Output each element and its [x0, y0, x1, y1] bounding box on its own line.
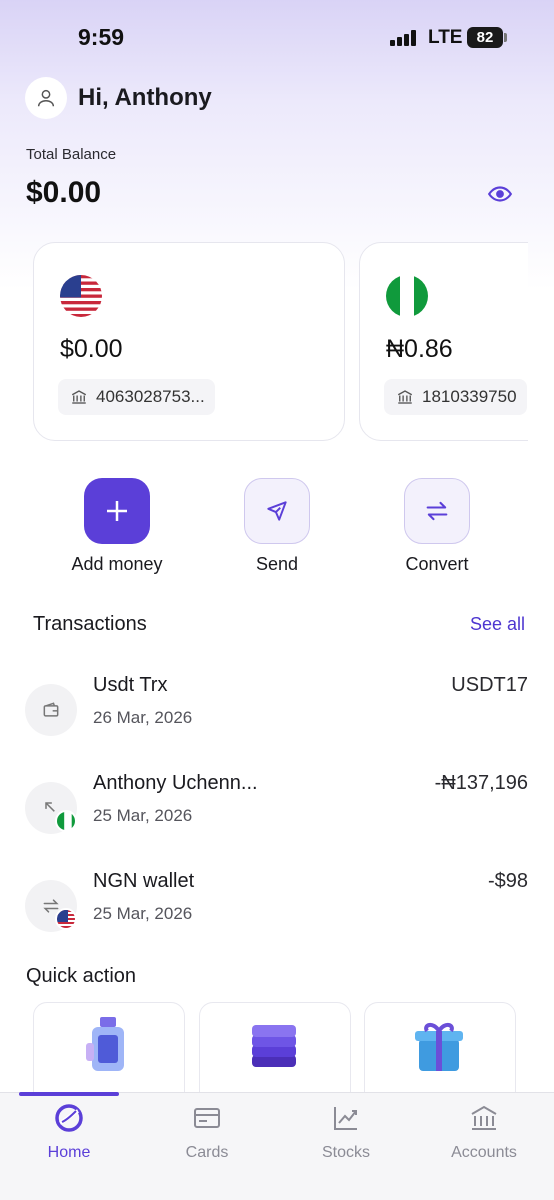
tab-home[interactable]: Home: [0, 1103, 138, 1162]
tab-home-label: Home: [47, 1144, 91, 1161]
bank-icon: [397, 390, 413, 404]
account-number-chip-usd[interactable]: 4063028753...: [58, 379, 215, 415]
convert-button[interactable]: [404, 478, 470, 544]
card-icon: [194, 1108, 220, 1128]
transaction-amount: USDT17: [451, 674, 528, 696]
tab-accounts[interactable]: Accounts: [415, 1103, 553, 1162]
us-flag-icon: [55, 908, 77, 930]
send-label: Send: [255, 554, 299, 574]
tab-stocks[interactable]: Stocks: [277, 1103, 415, 1162]
quick-action-title: Quick action: [26, 965, 137, 987]
eye-icon[interactable]: [487, 181, 513, 207]
transaction-row[interactable]: Anthony Uchenn... 25 Mar, 2026 -₦137,196: [25, 772, 554, 842]
home-icon: [55, 1104, 83, 1132]
convert-icon: [426, 501, 448, 521]
signal-icon: [390, 30, 420, 46]
tab-accounts-label: Accounts: [451, 1144, 517, 1161]
account-cards-carousel[interactable]: $0.00 4063028753... ₦0.86 1810339750: [0, 240, 528, 445]
transaction-name: Anthony Uchenn...: [93, 772, 258, 794]
transaction-date: 25 Mar, 2026: [93, 806, 193, 825]
transaction-row[interactable]: Usdt Trx 26 Mar, 2026 USDT17: [25, 674, 554, 744]
add-money-button[interactable]: [84, 478, 150, 544]
battery-icon: 82: [467, 27, 503, 48]
status-bar: 9:59 LTE 82: [0, 0, 554, 70]
bank-icon: [471, 1105, 497, 1130]
total-balance-label: Total Balance: [26, 146, 117, 163]
us-flag-icon: [60, 275, 102, 317]
active-tab-indicator: [19, 1092, 119, 1096]
account-number-usd: 4063028753...: [96, 387, 205, 406]
convert-label: Convert: [405, 554, 469, 574]
transaction-date: 25 Mar, 2026: [93, 904, 193, 923]
send-action[interactable]: Send: [202, 478, 352, 575]
transaction-name: Usdt Trx: [93, 674, 168, 696]
total-balance-value: $0.00: [26, 176, 102, 209]
add-money-label: Add money: [71, 554, 163, 574]
tab-cards-label: Cards: [185, 1144, 229, 1161]
gift-icon: [415, 1023, 463, 1071]
convert-action[interactable]: Convert: [362, 478, 512, 575]
send-icon: [267, 501, 287, 521]
user-icon[interactable]: [25, 77, 67, 119]
bottle-icon: [86, 1017, 124, 1071]
layers-icon: [252, 1025, 296, 1067]
greeting-text: Hi, Anthony: [78, 84, 212, 111]
transaction-amount: -₦137,196: [434, 772, 528, 794]
chart-icon: [334, 1107, 357, 1130]
account-amount-ngn: ₦0.86: [386, 335, 453, 363]
transaction-name: NGN wallet: [93, 870, 195, 892]
transaction-date: 26 Mar, 2026: [93, 708, 193, 727]
greeting-row: Hi, Anthony: [25, 76, 212, 120]
transaction-row[interactable]: NGN wallet 25 Mar, 2026 -$98: [25, 870, 554, 940]
transaction-amount: -$98: [487, 870, 528, 892]
bank-icon: [71, 390, 87, 404]
account-card-ngn[interactable]: ₦0.86 1810339750: [359, 242, 528, 441]
bottom-tab-bar: Home Cards Stocks Accounts: [0, 1092, 554, 1200]
network-label: LTE: [428, 27, 463, 48]
status-time: 9:59: [78, 24, 125, 50]
tab-cards[interactable]: Cards: [138, 1103, 276, 1162]
send-button[interactable]: [244, 478, 310, 544]
add-money-action[interactable]: Add money: [42, 478, 192, 575]
battery-tip: [504, 33, 507, 42]
wallet-icon: [25, 684, 77, 736]
account-card-usd[interactable]: $0.00 4063028753...: [33, 242, 345, 441]
tab-stocks-label: Stocks: [321, 1144, 370, 1161]
transactions-title: Transactions: [33, 613, 147, 635]
ng-flag-icon: [55, 810, 77, 832]
plus-icon: [107, 501, 127, 521]
see-all-link[interactable]: See all: [470, 614, 525, 635]
account-number-chip-ngn[interactable]: 1810339750: [384, 379, 527, 415]
account-number-ngn: 1810339750: [422, 387, 517, 406]
ng-flag-icon: [386, 275, 428, 317]
account-amount-usd: $0.00: [60, 335, 123, 363]
